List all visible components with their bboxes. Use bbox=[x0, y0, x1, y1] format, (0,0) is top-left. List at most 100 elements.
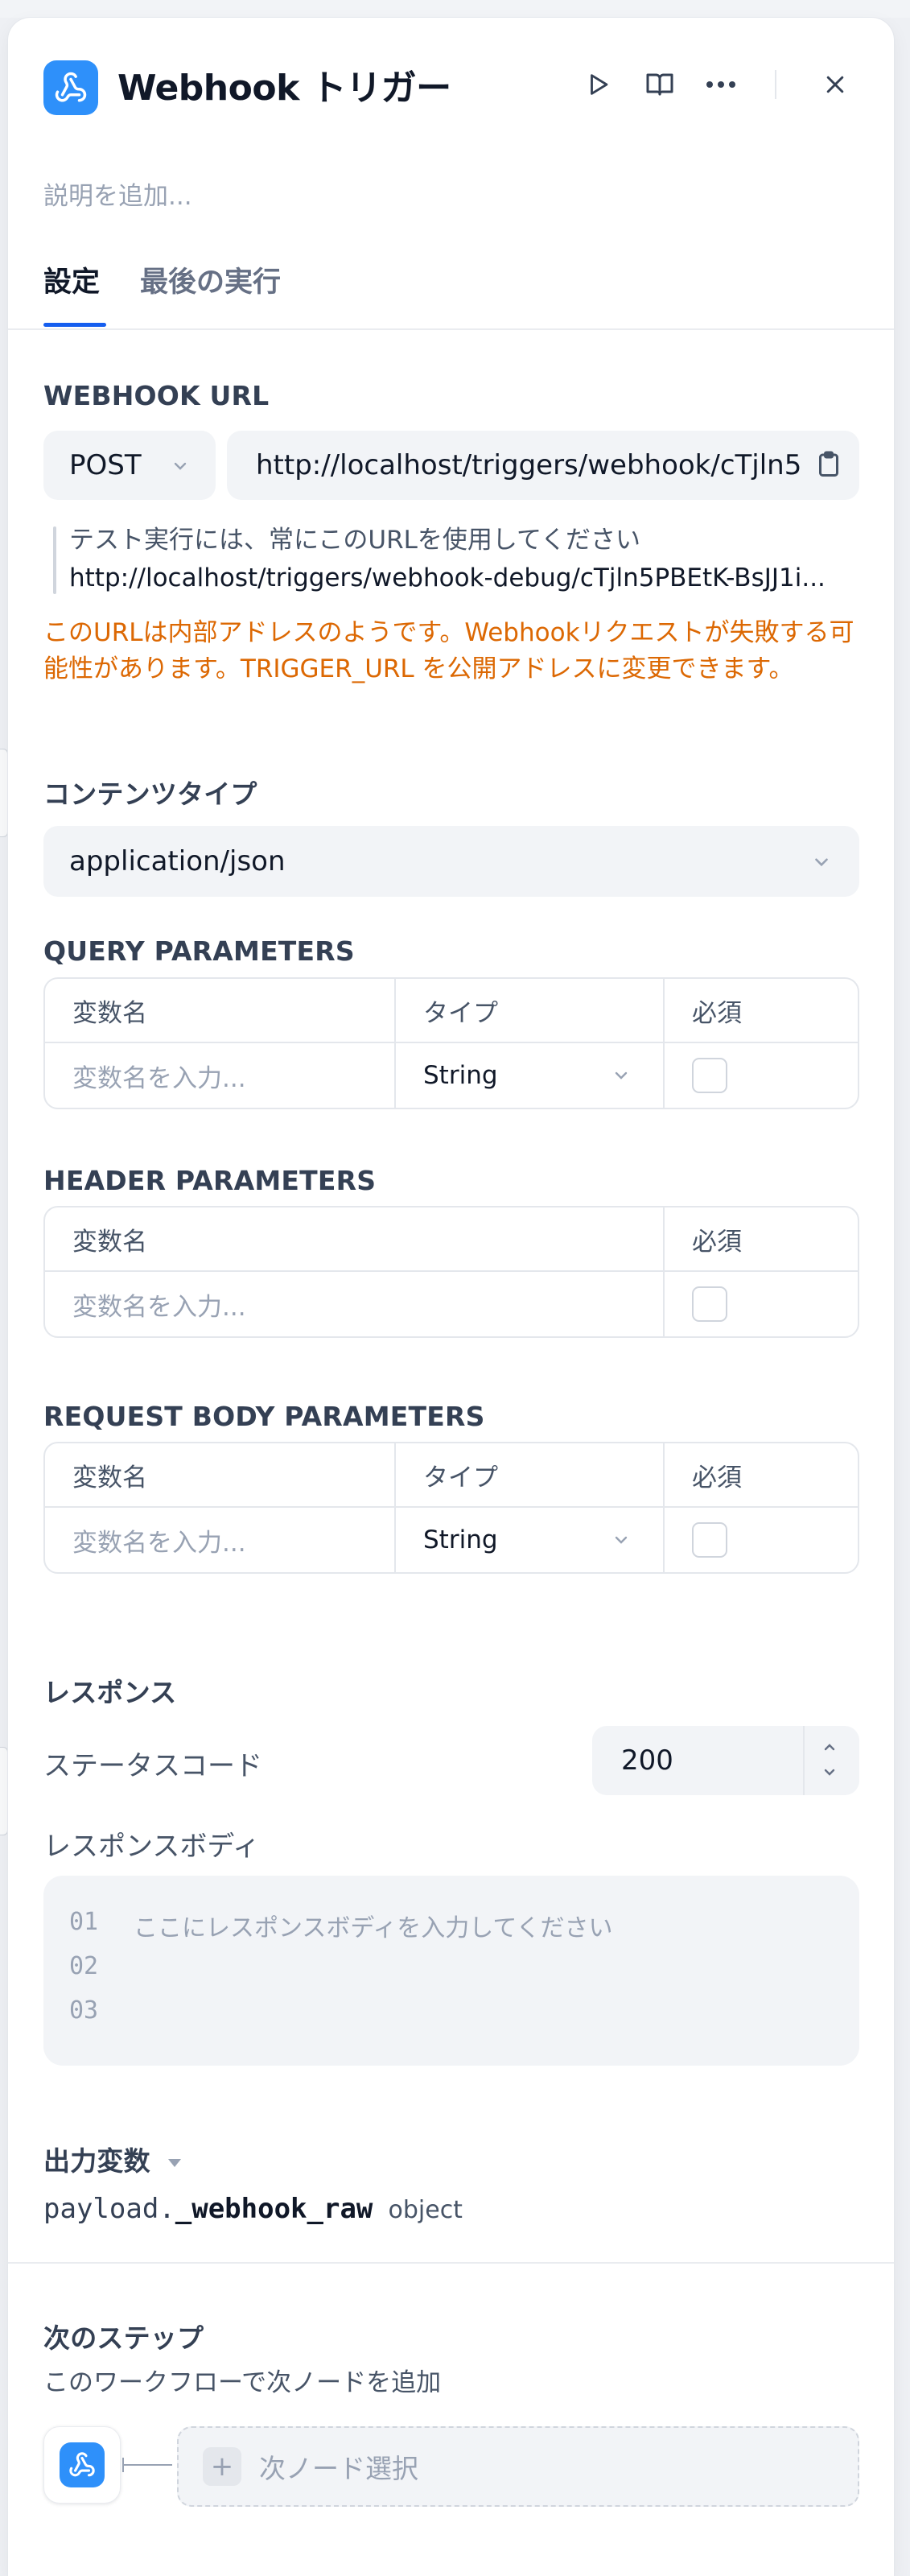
col-name-header: 変数名 bbox=[45, 1208, 665, 1270]
more-button[interactable] bbox=[698, 62, 743, 107]
canvas-node-stub bbox=[0, 749, 8, 837]
output-vars-title: 出力変数 bbox=[43, 2145, 150, 2177]
required-checkbox[interactable] bbox=[692, 1058, 727, 1093]
webhook-node-icon bbox=[43, 60, 98, 115]
debug-hint-text: テスト実行には、常にこのURLを使用してください bbox=[69, 526, 641, 555]
webhook-node-icon bbox=[60, 2442, 105, 2487]
col-type-header: タイプ bbox=[396, 979, 665, 1042]
close-icon bbox=[826, 76, 844, 93]
content-type-heading: コンテンツタイプ bbox=[43, 778, 257, 810]
chevron-down-icon bbox=[615, 1071, 628, 1080]
chevron-down-icon bbox=[174, 462, 187, 470]
status-code-label: ステータスコード bbox=[43, 1750, 262, 1782]
next-step-heading: 次のステップ bbox=[43, 2322, 204, 2354]
content-type-value: application/json bbox=[69, 845, 286, 877]
tab-settings[interactable]: 設定 bbox=[43, 269, 100, 297]
method-select[interactable]: POST bbox=[43, 431, 216, 500]
col-name-header: 変数名 bbox=[45, 1443, 396, 1506]
close-button[interactable] bbox=[813, 62, 858, 107]
body-param-name-input[interactable]: 変数名を入力... bbox=[45, 1508, 396, 1572]
canvas-background bbox=[0, 0, 910, 18]
webhook-url-field[interactable]: http://localhost/triggers/webhook/cTjln5… bbox=[227, 431, 859, 500]
col-type-header: タイプ bbox=[396, 1443, 665, 1506]
code-line-number: 03 bbox=[69, 1996, 99, 2025]
stepper-down-icon[interactable] bbox=[819, 1763, 840, 1782]
code-placeholder: ここにレスポンスボディを入力してください bbox=[134, 1914, 613, 1942]
chevron-down-icon bbox=[815, 858, 828, 867]
output-var-type: object bbox=[388, 2196, 463, 2224]
node-config-panel: Webhook トリガー 説明を追加... 設定 最後の実行 WEBHOOK U… bbox=[8, 18, 894, 2576]
debug-url: http://localhost/triggers/webhook-debug/… bbox=[69, 564, 826, 592]
header-params-table: 変数名 必須 変数名を入力... bbox=[43, 1206, 859, 1338]
col-required-header: 必須 bbox=[692, 1463, 742, 1492]
body-param-type-value: String bbox=[423, 1525, 498, 1554]
code-line-number: 02 bbox=[69, 1952, 99, 1980]
body-params-heading: REQUEST BODY PARAMETERS bbox=[43, 1401, 485, 1432]
run-button[interactable] bbox=[576, 62, 621, 107]
table-header-row: 変数名 タイプ 必須 bbox=[45, 979, 858, 1042]
output-var-row: payload._webhook_raw object bbox=[43, 2193, 463, 2225]
table-row: 変数名を入力... String bbox=[45, 1043, 858, 1108]
caret-down-icon bbox=[167, 2158, 181, 2167]
query-params-table: 変数名 タイプ 必須 変数名を入力... String bbox=[43, 977, 859, 1109]
next-step-subtitle: このワークフローで次ノードを追加 bbox=[43, 2368, 442, 2397]
required-checkbox[interactable] bbox=[692, 1522, 727, 1558]
header-name-input[interactable]: 変数名を入力... bbox=[45, 1272, 665, 1336]
webhook-url-heading: WEBHOOK URL bbox=[43, 380, 270, 411]
more-icon bbox=[706, 81, 735, 88]
stepper-divider bbox=[803, 1726, 805, 1795]
add-next-node-button[interactable]: + 次ノード選択 bbox=[177, 2426, 859, 2507]
code-line-number: 01 bbox=[69, 1908, 99, 1936]
stepper-up-icon[interactable] bbox=[819, 1737, 840, 1757]
table-header-row: 変数名 必須 bbox=[45, 1208, 858, 1270]
docs-button[interactable] bbox=[637, 62, 682, 107]
response-body-label: レスポンスボディ bbox=[43, 1831, 260, 1863]
content-type-select[interactable]: application/json bbox=[43, 826, 859, 897]
add-next-node-label: 次ノード選択 bbox=[259, 2453, 418, 2484]
status-code-value: 200 bbox=[621, 1744, 673, 1777]
header-params-heading: HEADER PARAMETERS bbox=[43, 1165, 377, 1196]
status-code-input[interactable]: 200 bbox=[592, 1726, 859, 1795]
query-params-heading: QUERY PARAMETERS bbox=[43, 935, 355, 967]
output-vars-heading[interactable]: 出力変数 bbox=[43, 2140, 183, 2178]
debug-hint-bar bbox=[53, 526, 56, 594]
param-name-input[interactable]: 変数名を入力... bbox=[45, 1043, 396, 1108]
clipboard-icon[interactable] bbox=[814, 448, 843, 481]
col-name-header: 変数名 bbox=[45, 979, 396, 1042]
table-row: 変数名を入力... bbox=[45, 1272, 858, 1336]
book-icon bbox=[646, 73, 673, 96]
output-var-name: _webhook_raw bbox=[175, 2193, 373, 2225]
response-heading: レスポンス bbox=[43, 1677, 177, 1708]
webhook-icon bbox=[55, 72, 87, 102]
body-params-table: 変数名 タイプ 必須 変数名を入力... String bbox=[43, 1442, 859, 1574]
body-param-type-select[interactable]: String bbox=[396, 1508, 665, 1572]
play-icon bbox=[591, 74, 608, 95]
connector-tick bbox=[122, 2458, 124, 2472]
webhook-url-value: http://localhost/triggers/webhook/cTjln5… bbox=[256, 449, 803, 481]
table-row: 変数名を入力... String bbox=[45, 1508, 858, 1572]
col-required-header: 必須 bbox=[692, 998, 742, 1028]
tab-active-indicator bbox=[43, 323, 106, 327]
method-value: POST bbox=[69, 449, 142, 481]
output-var-prefix: payload. bbox=[43, 2193, 175, 2225]
internal-url-warning: このURLは内部アドレスのようです。Webhookリクエストが失敗する可能性があ… bbox=[43, 618, 854, 683]
plus-icon: + bbox=[203, 2447, 241, 2486]
tab-last-run[interactable]: 最後の実行 bbox=[140, 269, 281, 297]
webhook-icon bbox=[69, 2452, 95, 2477]
canvas-node-stub bbox=[0, 1747, 8, 1835]
description-input[interactable]: 説明を追加... bbox=[43, 175, 192, 212]
param-type-value: String bbox=[423, 1061, 498, 1090]
chevron-down-icon bbox=[615, 1536, 628, 1544]
required-cell bbox=[665, 1043, 858, 1108]
response-body-editor[interactable]: 01 ここにレスポンスボディを入力してください 02 03 bbox=[43, 1876, 859, 2066]
section-divider bbox=[8, 2262, 894, 2264]
current-node-block bbox=[43, 2426, 121, 2504]
param-type-select[interactable]: String bbox=[396, 1043, 665, 1108]
table-header-row: 変数名 タイプ 必須 bbox=[45, 1443, 858, 1506]
panel-title: Webhook トリガー bbox=[117, 68, 451, 109]
header-divider bbox=[775, 70, 776, 99]
required-checkbox[interactable] bbox=[692, 1286, 727, 1322]
node-connector bbox=[122, 2464, 172, 2466]
required-cell bbox=[665, 1272, 858, 1336]
required-cell bbox=[665, 1508, 858, 1572]
